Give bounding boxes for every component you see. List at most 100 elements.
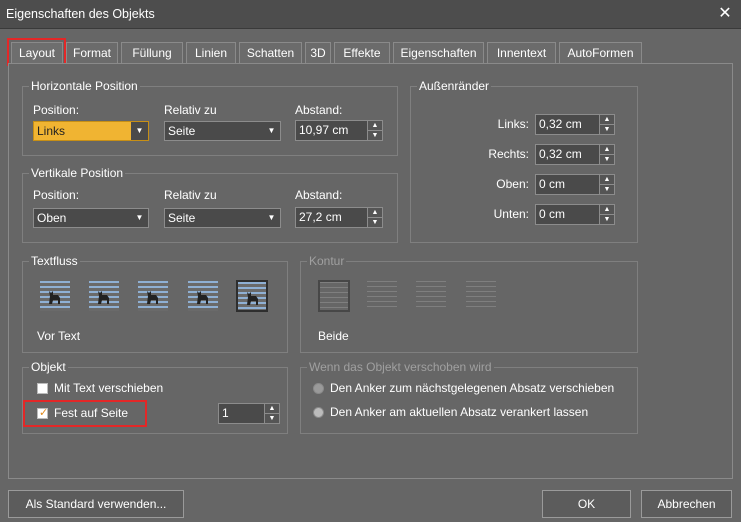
checkmark-icon: ✓	[39, 407, 49, 419]
tab-eigenschaften[interactable]: Eigenschaften	[393, 42, 484, 63]
margin-rechts-label: Rechts:	[488, 147, 529, 161]
standard-button[interactable]: Als Standard verwenden...	[8, 490, 184, 518]
mit-text-checkbox[interactable]	[37, 383, 48, 394]
horizontal-position-group: Horizontale Position Position: Links ▼ R…	[22, 79, 398, 156]
textfluss-caption: Vor Text	[37, 329, 81, 343]
v-relativ-label: Relativ zu	[164, 188, 217, 202]
objekt-group: Objekt Mit Text verschieben ✓ Fest auf S…	[22, 360, 288, 434]
margin-oben-spin[interactable]: 0 cm ▲ ▼	[535, 174, 615, 195]
spin-down-icon[interactable]: ▼	[600, 155, 614, 164]
window-title: Eigenschaften des Objekts	[6, 7, 155, 21]
tab-schatten[interactable]: Schatten	[239, 42, 302, 63]
horizontal-position-title: Horizontale Position	[29, 79, 140, 93]
h-abstand-value: 10,97 cm	[299, 123, 349, 137]
cancel-button[interactable]: Abbrechen	[641, 490, 732, 518]
chevron-down-icon: ▼	[263, 209, 280, 227]
tab-autoformen[interactable]: AutoFormen	[559, 42, 642, 63]
chevron-down-icon: ▼	[263, 122, 280, 140]
spin-buttons[interactable]: ▲ ▼	[367, 208, 382, 227]
spin-up-icon[interactable]: ▲	[600, 145, 614, 155]
tab-format[interactable]: Format	[66, 42, 118, 63]
v-position-value: Oben	[37, 211, 67, 225]
tab-layout[interactable]: Layout	[11, 42, 63, 63]
chevron-down-icon: ▼	[131, 209, 148, 227]
kontur-title: Kontur	[307, 254, 347, 268]
h-relativ-label: Relativ zu	[164, 103, 217, 117]
close-icon[interactable]: ✕	[715, 4, 735, 24]
contour-square-icon	[318, 280, 350, 312]
margin-oben-value: 0 cm	[539, 177, 566, 191]
spin-up-icon[interactable]: ▲	[600, 175, 614, 185]
page-number-spin[interactable]: 1 ▲ ▼	[218, 403, 280, 424]
kontur-caption: Beide	[318, 329, 349, 343]
tab-3d[interactable]: 3D	[305, 42, 331, 63]
spin-buttons[interactable]: ▲ ▼	[599, 175, 614, 194]
v-relativ-value: Seite	[168, 211, 196, 225]
spin-up-icon[interactable]: ▲	[600, 115, 614, 125]
objekt-title: Objekt	[29, 360, 68, 374]
vertical-position-title: Vertikale Position	[29, 166, 126, 180]
spin-buttons[interactable]: ▲ ▼	[599, 205, 614, 224]
margin-rechts-value: 0,32 cm	[539, 147, 582, 161]
spin-up-icon[interactable]: ▲	[600, 205, 614, 215]
v-abstand-spin[interactable]: 27,2 cm ▲ ▼	[295, 207, 383, 228]
wrap-top-bottom-icon[interactable]	[188, 281, 218, 311]
spin-up-icon[interactable]: ▲	[368, 208, 382, 218]
v-position-select[interactable]: Oben ▼	[33, 208, 149, 228]
spin-buttons[interactable]: ▲ ▼	[367, 121, 382, 140]
contour-top-bottom-icon	[466, 281, 496, 311]
spin-down-icon[interactable]: ▼	[600, 125, 614, 134]
spin-down-icon[interactable]: ▼	[600, 185, 614, 194]
tab-linien[interactable]: Linien	[186, 42, 236, 63]
v-relativ-select[interactable]: Seite ▼	[164, 208, 281, 228]
h-relativ-select[interactable]: Seite ▼	[164, 121, 281, 141]
v-abstand-label: Abstand:	[295, 188, 343, 202]
fest-auf-seite-label: Fest auf Seite	[54, 406, 129, 420]
spin-down-icon[interactable]: ▼	[600, 215, 614, 224]
kontur-group: Kontur Beide	[300, 254, 638, 353]
textfluss-title: Textfluss	[29, 254, 80, 268]
h-abstand-spin[interactable]: 10,97 cm ▲ ▼	[295, 120, 383, 141]
contour-through-icon	[416, 281, 446, 311]
fest-auf-seite-checkbox[interactable]: ✓	[37, 407, 49, 419]
tab-innentext[interactable]: Innentext	[487, 42, 556, 63]
margins-group: Außenränder Links: 0,32 cm ▲ ▼ Rechts: 0,…	[410, 79, 638, 243]
h-abstand-label: Abstand:	[295, 103, 343, 117]
anker-option2-radio	[313, 407, 324, 418]
margin-rechts-spin[interactable]: 0,32 cm ▲ ▼	[535, 144, 615, 165]
wrap-square-icon[interactable]	[40, 281, 70, 311]
anker-option2-label: Den Anker am aktuellen Absatz verankert …	[330, 405, 589, 419]
anker-group: Wenn das Objekt verschoben wird Den Anke…	[300, 360, 638, 434]
spin-down-icon[interactable]: ▼	[368, 218, 382, 227]
margins-title: Außenränder	[417, 79, 492, 93]
v-position-label: Position:	[33, 188, 80, 202]
wrap-through-icon[interactable]	[138, 281, 168, 311]
margin-links-label: Links:	[497, 117, 529, 131]
margin-unten-value: 0 cm	[539, 207, 566, 221]
spin-down-icon[interactable]: ▼	[265, 414, 279, 423]
wrap-in-front-icon[interactable]	[236, 280, 268, 312]
h-relativ-value: Seite	[168, 124, 196, 138]
mit-text-label: Mit Text verschieben	[54, 381, 164, 395]
anker-option1-radio	[313, 383, 324, 394]
spin-up-icon[interactable]: ▲	[368, 121, 382, 131]
spin-buttons[interactable]: ▲ ▼	[599, 115, 614, 134]
spin-buttons[interactable]: ▲ ▼	[264, 404, 279, 423]
h-position-select[interactable]: Links ▼	[33, 121, 149, 141]
title-bar: Eigenschaften des Objekts ✕	[0, 0, 741, 29]
spin-down-icon[interactable]: ▼	[368, 131, 382, 140]
tab-fuellung[interactable]: Füllung	[121, 42, 183, 63]
wrap-tight-icon[interactable]	[89, 281, 119, 311]
margin-unten-spin[interactable]: 0 cm ▲ ▼	[535, 204, 615, 225]
spin-up-icon[interactable]: ▲	[265, 404, 279, 414]
h-position-value: Links	[37, 124, 66, 138]
margin-links-value: 0,32 cm	[539, 117, 582, 131]
tab-effekte[interactable]: Effekte	[334, 42, 390, 63]
v-abstand-value: 27,2 cm	[299, 210, 342, 224]
margin-links-spin[interactable]: 0,32 cm ▲ ▼	[535, 114, 615, 135]
contour-tight-icon	[367, 281, 397, 311]
h-position-label: Position:	[33, 103, 80, 117]
spin-buttons[interactable]: ▲ ▼	[599, 145, 614, 164]
ok-button[interactable]: OK	[542, 490, 631, 518]
chevron-down-icon: ▼	[131, 122, 148, 140]
